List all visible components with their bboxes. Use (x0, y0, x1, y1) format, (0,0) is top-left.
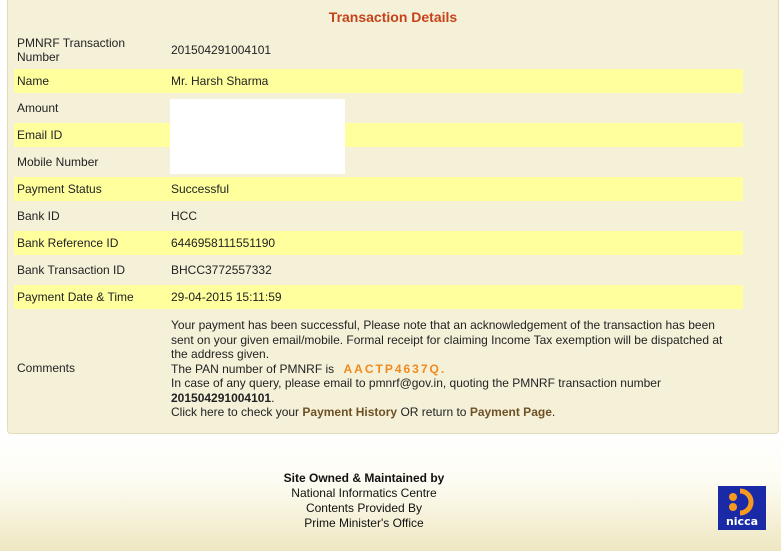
row-label: PMNRF Transaction Number (17, 35, 126, 64)
row-value: Mr. Harsh Sharma (171, 74, 269, 88)
row-label: Bank Transaction ID (17, 263, 126, 277)
pan-suffix: . (440, 361, 447, 376)
row-label: Bank Reference ID (17, 236, 119, 250)
comments-line1: Your payment has been successful, Please… (171, 318, 723, 361)
nicca-logo-icon (729, 488, 754, 516)
query-text: In case of any query, please email to pm… (171, 376, 661, 390)
row-label: Mobile Number (17, 155, 99, 169)
txn-number: 201504291004101 (171, 390, 272, 405)
row-transaction-number: PMNRF Transaction Number 201504291004101 (14, 32, 743, 67)
footer-line4: Prime Minister's Office (304, 516, 424, 530)
row-email: Email ID (14, 123, 743, 147)
payment-page-link[interactable]: Payment Page (470, 405, 552, 419)
row-label: Name (17, 74, 50, 88)
row-label: Bank ID (17, 209, 60, 223)
row-payment-datetime: Payment Date & Time 29-04-2015 15:11:59 (14, 285, 743, 309)
row-bank-transaction-id: Bank Transaction ID BHCC3772557332 (14, 258, 743, 282)
redaction-box (170, 99, 345, 174)
footer-text: Site Owned & Maintained by National Info… (0, 471, 728, 531)
row-label: Amount (17, 101, 59, 115)
row-bank-id: Bank ID HCC (14, 204, 743, 228)
or-return-text: OR return to (400, 405, 467, 419)
comments-text: Your payment has been successful, Please… (171, 318, 731, 420)
row-label: Payment Date & Time (17, 290, 134, 304)
row-value: 6446958111551190 (171, 236, 276, 250)
row-value: Successful (171, 182, 230, 196)
row-value: HCC (171, 209, 197, 223)
row-label: Payment Status (17, 182, 102, 196)
payment-history-link[interactable]: Payment History (302, 405, 397, 419)
row-value: BHCC3772557332 (171, 263, 272, 277)
row-amount: Amount (14, 96, 743, 120)
footer: Site Owned & Maintained by National Info… (0, 436, 781, 551)
click-prefix: Click here to check your (171, 405, 300, 419)
footer-line2: National Informatics Centre (291, 486, 437, 500)
pan-number: AACTP4637Q (343, 361, 441, 376)
txn-suffix: . (271, 390, 275, 405)
row-bank-reference-id: Bank Reference ID 6446958111551190 (14, 231, 743, 255)
footer-line1: Site Owned & Maintained by (283, 471, 445, 485)
row-value: 29-04-2015 15:11:59 (171, 290, 282, 304)
logo-text: nicca (725, 515, 759, 528)
comments-label: Comments (17, 361, 76, 375)
row-mobile: Mobile Number (14, 150, 743, 174)
panel-title: Transaction Details (328, 9, 458, 25)
row-payment-status: Payment Status Successful (14, 177, 743, 201)
nicca-logo[interactable]: nicca (718, 486, 766, 530)
pan-prefix: The PAN number of PMNRF is (171, 361, 335, 376)
row-name: Name Mr. Harsh Sharma (14, 69, 743, 93)
row-value: 201504291004101 (171, 42, 272, 57)
footer-line3: Contents Provided By (305, 501, 423, 515)
row-label: Email ID (17, 128, 63, 142)
end-period: . (551, 405, 556, 419)
